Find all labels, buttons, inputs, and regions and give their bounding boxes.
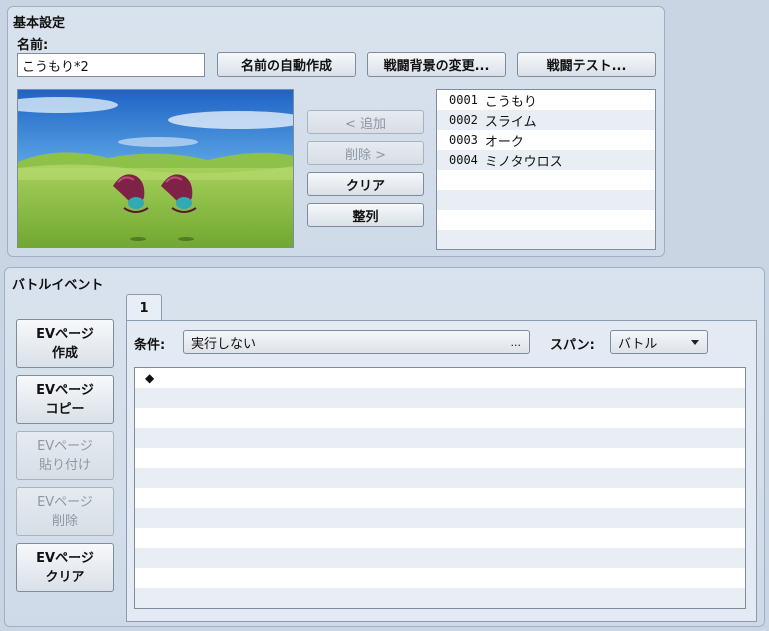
command-row-empty[interactable] xyxy=(135,508,745,528)
name-input[interactable]: こうもり*2 xyxy=(17,53,205,77)
event-command-list[interactable]: ◆ xyxy=(134,367,746,609)
name-label: 名前: xyxy=(17,38,49,53)
battle-background-image xyxy=(18,90,293,247)
list-item[interactable]: 0002 スライム xyxy=(437,110,655,130)
chevron-down-icon xyxy=(691,340,699,345)
change-background-button[interactable]: 戦闘背景の変更... xyxy=(367,52,506,77)
sort-enemies-button[interactable]: 整列 xyxy=(307,203,424,227)
command-row-empty[interactable] xyxy=(135,588,745,608)
list-item[interactable]: 0004 ミノタウロス xyxy=(437,150,655,170)
command-row-empty[interactable] xyxy=(135,568,745,588)
ev-page-delete-button[interactable]: EVページ 削除 xyxy=(16,487,114,536)
battle-preview[interactable] xyxy=(17,89,294,248)
enemy-list[interactable]: 0001 こうもり 0002 スライム 0003 オーク 0004 ミノタウロス xyxy=(436,89,656,250)
list-item[interactable]: 0003 オーク xyxy=(437,130,655,150)
battle-event-panel: バトルイベント EVページ 作成 EVページ コピー EVページ 貼り付け EV… xyxy=(4,267,765,627)
command-row-empty[interactable] xyxy=(135,408,745,428)
basic-settings-panel: 基本設定 名前: こうもり*2 名前の自動作成 戦闘背景の変更... 戦闘テスト… xyxy=(7,6,665,257)
command-row-empty[interactable] xyxy=(135,528,745,548)
condition-field[interactable]: 実行しない ... xyxy=(183,330,530,354)
list-item-empty[interactable] xyxy=(437,230,655,249)
span-select[interactable]: バトル xyxy=(610,330,708,354)
command-row-empty[interactable] xyxy=(135,488,745,508)
list-item-empty[interactable] xyxy=(437,190,655,210)
ellipsis-button[interactable]: ... xyxy=(511,336,522,349)
ev-page-clear-button[interactable]: EVページ クリア xyxy=(16,543,114,592)
ev-page-copy-button[interactable]: EVページ コピー xyxy=(16,375,114,424)
auto-name-button[interactable]: 名前の自動作成 xyxy=(217,52,356,77)
command-row[interactable]: ◆ xyxy=(135,368,745,388)
list-item-empty[interactable] xyxy=(437,170,655,190)
basic-settings-title: 基本設定 xyxy=(13,16,66,31)
command-marker-icon: ◆ xyxy=(145,371,155,385)
condition-label: 条件: xyxy=(134,338,166,353)
tab-page-1[interactable]: 1 xyxy=(126,294,162,321)
event-page-content: 条件: 実行しない ... スパン: バトル ◆ xyxy=(126,320,757,622)
list-item[interactable]: 0001 こうもり xyxy=(437,90,655,110)
span-label: スパン: xyxy=(550,338,595,353)
ev-page-create-button[interactable]: EVページ 作成 xyxy=(16,319,114,368)
remove-enemy-button[interactable]: 削除 > xyxy=(307,141,424,165)
list-item-empty[interactable] xyxy=(437,210,655,230)
command-row-empty[interactable] xyxy=(135,548,745,568)
command-row-empty[interactable] xyxy=(135,448,745,468)
clear-enemies-button[interactable]: クリア xyxy=(307,172,424,196)
battle-test-button[interactable]: 戦闘テスト... xyxy=(517,52,656,77)
command-row-empty[interactable] xyxy=(135,428,745,448)
command-row-empty[interactable] xyxy=(135,468,745,488)
battle-event-title: バトルイベント xyxy=(12,278,104,293)
command-row-empty[interactable] xyxy=(135,388,745,408)
ev-page-paste-button[interactable]: EVページ 貼り付け xyxy=(16,431,114,480)
add-enemy-button[interactable]: < 追加 xyxy=(307,110,424,134)
